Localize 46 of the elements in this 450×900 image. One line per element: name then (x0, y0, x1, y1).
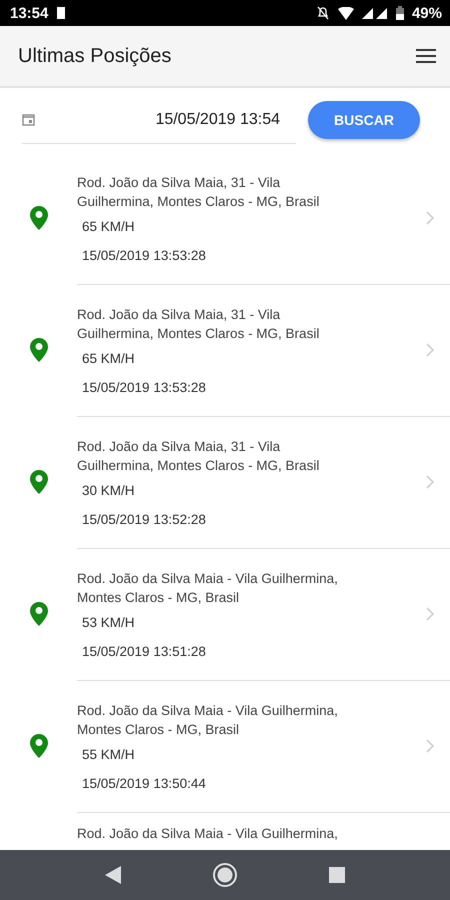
address-text: Rod. João da Silva Maia - Vila Guilhermina, (77, 826, 339, 841)
timestamp-text: 15/05/2019 13:51:28 (82, 644, 207, 658)
timestamp-text: 15/05/2019 13:52:28 (82, 512, 207, 526)
location-pin-icon (30, 470, 48, 494)
address-text: Rod. João da Silva Maia - Vila Guilhermina, Montes Claros - MG, Brasil (77, 702, 339, 738)
menu-icon[interactable] (416, 48, 436, 64)
chevron-right-icon (426, 474, 434, 488)
battery-icon (396, 6, 404, 20)
status-time: 13:54 (10, 4, 48, 22)
timestamp-text: 15/05/2019 13:50:44 (82, 776, 207, 790)
battery-level: 49% (412, 4, 442, 22)
chevron-right-icon (426, 738, 434, 752)
back-icon[interactable] (105, 866, 122, 884)
chevron-right-icon (426, 342, 434, 356)
location-pin-icon (30, 206, 48, 230)
timestamp-text: 15/05/2019 13:53:28 (82, 380, 207, 394)
recents-icon[interactable] (328, 867, 345, 883)
screen-title: Ultimas Posições (18, 44, 172, 68)
position-item[interactable]: Rod. João da Silva Maia, 31 - Vila Guilhermina, Montes Claros - MG, Brasil 65 KM/H 15/05/2019 13:53:28 (0, 284, 450, 416)
location-pin-icon (30, 338, 48, 362)
address-text: Rod. João da Silva Maia, 31 - Vila Guilhermina, Montes Claros - MG, Brasil (77, 174, 320, 210)
speed-text: 53 KM/H (82, 614, 136, 630)
search-button[interactable]: BUSCAR (308, 101, 420, 139)
address-text: Rod. João da Silva Maia, 31 - Vila Guilhermina, Montes Claros - MG, Brasil (77, 306, 320, 342)
wifi-icon (338, 6, 354, 20)
speed-text: 55 KM/H (82, 746, 136, 762)
muted-bell-icon (316, 6, 330, 20)
speed-text: 65 KM/H (82, 218, 136, 234)
sim-icon (56, 6, 66, 20)
position-item[interactable]: Rod. João da Silva Maia - Vila Guilhermina, Montes Claros - MG, Brasil 53 KM/H 15/05/2019 13:51:28 (0, 548, 450, 680)
location-pin-icon (30, 734, 48, 758)
chevron-right-icon (426, 210, 434, 224)
position-item[interactable]: Rod. João da Silva Maia, 31 - Vila Guilhermina, Montes Claros - MG, Brasil 30 KM/H 15/05/2019 13:52:28 (0, 416, 450, 548)
calendar-icon (22, 113, 35, 126)
address-text: Rod. João da Silva Maia - Vila Guilhermina, Montes Claros - MG, Brasil (77, 570, 339, 606)
timestamp-text: 15/05/2019 13:53:28 (82, 248, 207, 262)
speed-text: 65 KM/H (82, 350, 136, 366)
chevron-right-icon (426, 606, 434, 620)
position-item[interactable]: Rod. João da Silva Maia - Vila Guilhermina, Montes Claros - MG, Brasil 55 KM/H 15/05/2019 13:50:44 (0, 680, 450, 812)
signal-icon (362, 7, 388, 19)
address-text: Rod. João da Silva Maia, 31 - Vila Guilhermina, Montes Claros - MG, Brasil (77, 438, 320, 474)
date-field[interactable]: 15/05/2019 13:54 (22, 96, 296, 144)
speed-text: 30 KM/H (82, 482, 136, 498)
location-pin-icon (30, 602, 48, 626)
home-icon[interactable] (212, 862, 238, 888)
position-item[interactable]: Rod. João da Silva Maia, 31 - Vila Guilhermina, Montes Claros - MG, Brasil 65 KM/H 15/05/2019 13:53:28 (0, 152, 450, 284)
